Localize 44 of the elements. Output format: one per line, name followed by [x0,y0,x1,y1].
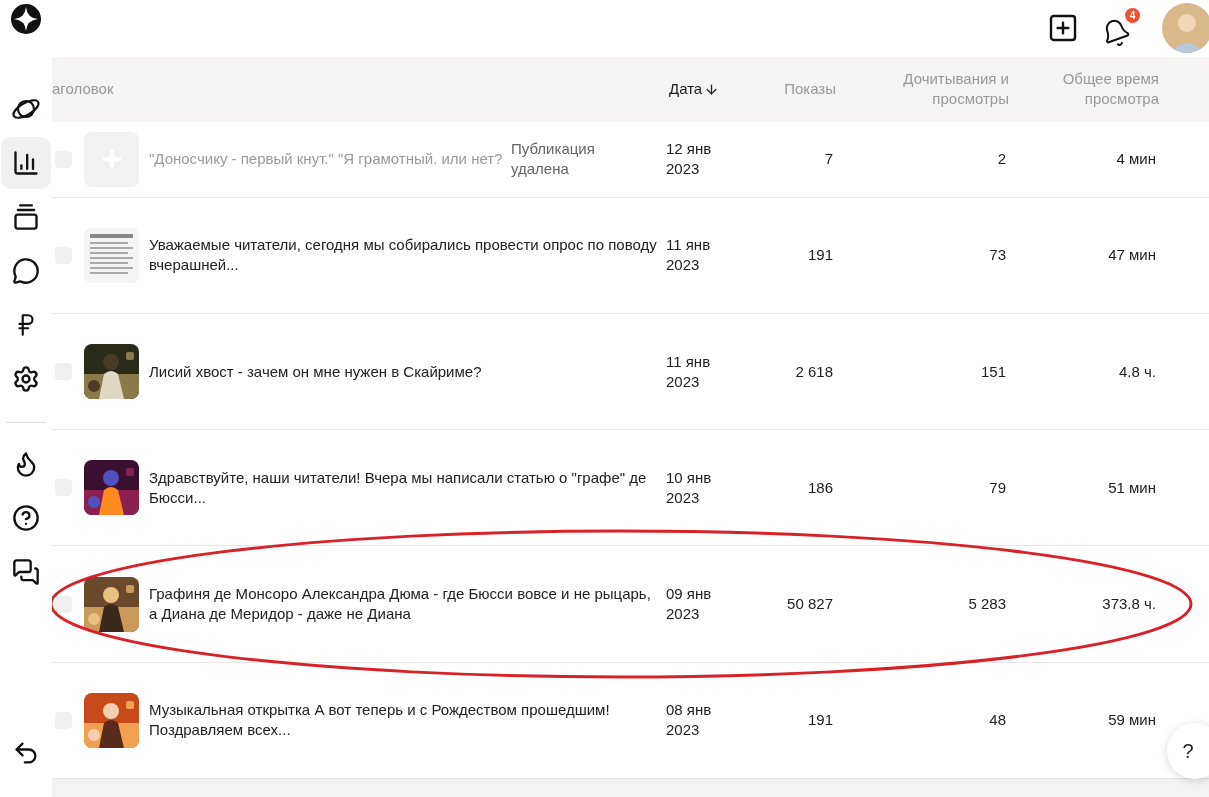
watch-time: 373.8 ч. [1101,594,1156,615]
views-count: 50 827 [786,594,833,615]
settings-icon [12,365,40,393]
sort-arrow-icon [704,81,720,97]
row-checkbox[interactable] [55,595,72,613]
date-text: 11 янв 2023 [666,235,712,276]
bar-chart-icon [12,149,40,177]
reads-count: 5 283 [967,594,1006,615]
date-text: 09 янв 2023 [666,584,713,625]
views-count: 191 [806,710,833,731]
chat-icon [12,257,40,285]
reads-count: 73 [988,245,1006,266]
help-icon [12,504,40,532]
notification-count: 4 [1125,8,1140,24]
status-text: Публикация удалена [511,139,596,180]
views-count: 191 [806,245,833,266]
views-count: 7 [823,149,833,170]
watch-time: 51 мин [1107,477,1156,498]
stack-icon [12,203,40,231]
article-title[interactable]: Музыкальная открытка А вот теперь и с Рождеством прошедшим! Поздравляем всех... [149,700,666,741]
watch-time: 59 мин [1107,710,1156,731]
watch-time: 4 мин [1115,149,1156,170]
views-count: 2 618 [794,361,833,382]
article-title[interactable]: Лисий хвост - зачем он мне нужен в Скайриме? [149,361,666,382]
reads-count: 151 [979,361,1006,382]
date-text: 11 янв 2023 [666,351,712,392]
watch-time: 4.8 ч. [1118,361,1156,382]
views-count: 186 [806,477,833,498]
date-text: 10 янв 2023 [666,467,713,508]
column-header[interactable]: Дата [669,79,703,100]
watch-time: 47 мин [1107,245,1156,266]
notifications-button[interactable]: 4 [1101,8,1140,49]
logo-icon[interactable] [11,4,41,34]
article-title[interactable]: Здравствуйте, наши читатели! Вчера мы написали статью о "графе" де Бюсси... [149,467,666,508]
reads-count: 2 [996,149,1006,170]
nav-button[interactable] [1,137,51,189]
article-title[interactable]: Графиня де Монсоро Александра Дюма - где Бюсси вовсе и не рыцарь, а Диана де Меридор - даже не Диана [149,584,666,625]
date-text: 08 янв 2023 [666,700,713,741]
article-title[interactable]: Уважаемые читатели, сегодня мы собирались провести опрос по поводу вчерашней... [149,235,666,276]
date-text: 12 янв 2023 [666,139,713,180]
reads-count: 48 [988,710,1006,731]
messages-icon [12,558,40,586]
help-button[interactable]: ? [1167,723,1209,779]
reads-count: 79 [988,477,1006,498]
